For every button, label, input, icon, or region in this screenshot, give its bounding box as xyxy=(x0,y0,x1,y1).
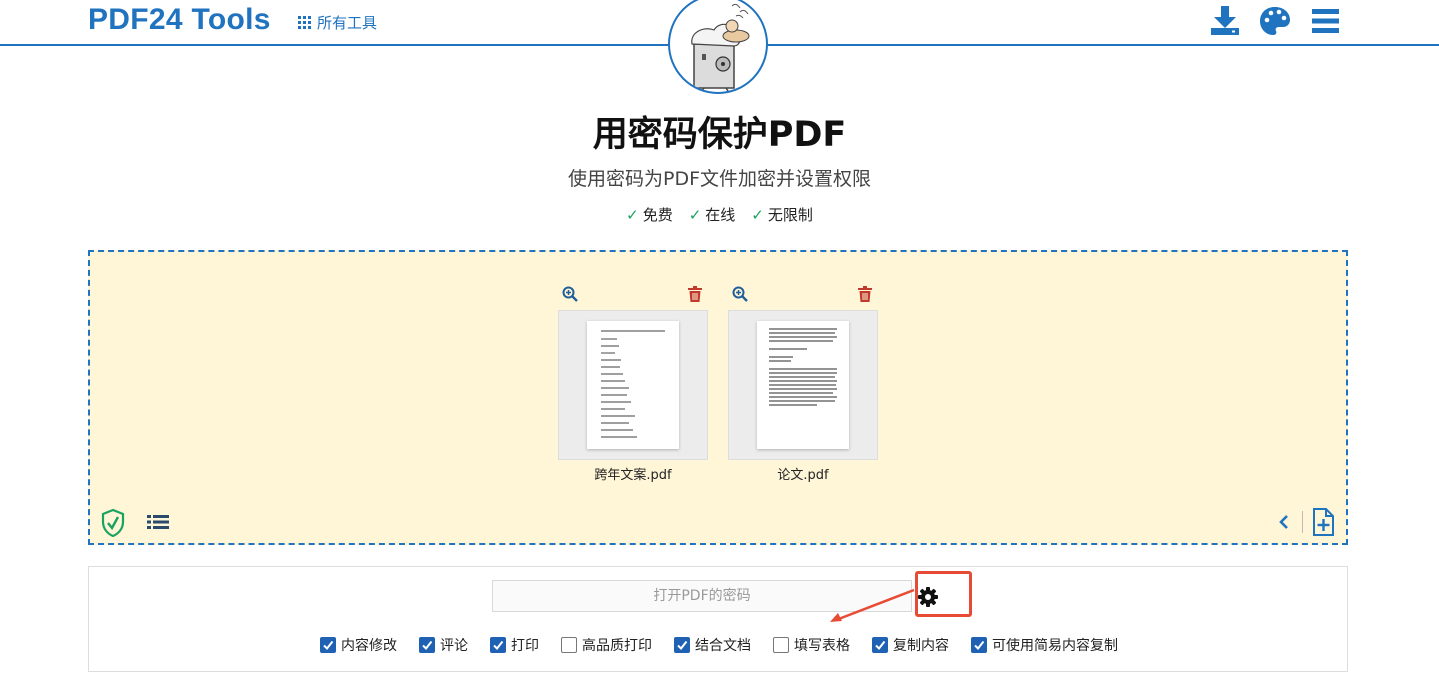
file-name: 跨年文案.pdf xyxy=(594,468,672,483)
page-subtitle: 使用密码为PDF文件加密并设置权限 xyxy=(567,168,872,190)
safe-mascot-illustration xyxy=(668,0,768,94)
permission-option[interactable]: 内容修改 xyxy=(320,635,397,655)
checkbox[interactable] xyxy=(773,637,789,653)
checkbox[interactable] xyxy=(872,637,888,653)
checkmark-icon: ✓ xyxy=(688,206,702,224)
permission-checkboxes: 内容修改 评论 打印 高品质打印 结合文档 填写表格 复制内容 可使用简易内容复… xyxy=(89,635,1349,655)
checkmark-icon xyxy=(493,640,504,651)
file-card[interactable]: 跨年文案.pdf xyxy=(558,284,708,483)
feature-online: ✓ 在线 xyxy=(688,206,736,224)
list-icon[interactable] xyxy=(147,514,169,530)
checkbox[interactable] xyxy=(320,637,336,653)
permission-option[interactable]: 结合文档 xyxy=(674,635,751,655)
permission-option[interactable]: 可使用简易内容复制 xyxy=(971,635,1118,655)
shield-check-icon[interactable] xyxy=(101,509,125,537)
file-dropzone[interactable]: 跨年文案.pdf 论文.pdf xyxy=(88,250,1348,545)
menu-icon[interactable] xyxy=(1308,4,1342,38)
options-panel: 内容修改 评论 打印 高品质打印 结合文档 填写表格 复制内容 可使用简易内容复… xyxy=(88,566,1348,672)
checkmark-icon xyxy=(875,640,886,651)
feature-free: ✓ 免费 xyxy=(626,206,673,224)
checkmark-icon xyxy=(323,640,334,651)
grid-icon xyxy=(298,16,311,29)
pdf24-logo[interactable]: PDF24 Tools xyxy=(88,3,271,37)
checkmark-icon xyxy=(677,640,688,651)
all-tools-label: 所有工具 xyxy=(317,14,378,32)
trash-icon[interactable] xyxy=(688,286,702,302)
add-file-icon[interactable] xyxy=(1312,508,1334,536)
palette-icon[interactable] xyxy=(1258,4,1292,38)
permission-option[interactable]: 高品质打印 xyxy=(561,635,652,655)
checkbox[interactable] xyxy=(674,637,690,653)
feature-list: ✓ 免费 ✓ 在线 ✓ 无限制 xyxy=(0,204,1439,225)
chevron-left-icon[interactable] xyxy=(1278,514,1290,530)
toolbar-divider xyxy=(1302,511,1303,533)
annotation-arrow xyxy=(830,588,915,622)
checkbox[interactable] xyxy=(419,637,435,653)
zoom-in-icon[interactable] xyxy=(732,286,748,302)
checkmark-icon xyxy=(422,640,433,651)
permission-option[interactable]: 评论 xyxy=(419,635,468,655)
trash-icon[interactable] xyxy=(858,286,872,302)
checkmark-icon: ✓ xyxy=(751,206,764,224)
feature-unlimited: ✓ 无限制 xyxy=(751,206,813,224)
file-name: 论文.pdf xyxy=(777,468,829,483)
permission-option[interactable]: 打印 xyxy=(490,635,539,655)
download-icon[interactable] xyxy=(1208,4,1242,38)
permission-option[interactable]: 复制内容 xyxy=(872,635,949,655)
all-tools-link[interactable]: 所有工具 xyxy=(298,12,377,33)
pdf-page-preview xyxy=(587,321,679,449)
zoom-in-icon[interactable] xyxy=(562,286,578,302)
file-thumbnail[interactable] xyxy=(728,310,878,460)
file-thumbnail[interactable] xyxy=(558,310,708,460)
checkmark-icon: ✓ xyxy=(626,206,639,224)
page-title: 用密码保护PDF xyxy=(592,115,847,155)
checkbox[interactable] xyxy=(971,637,987,653)
checkbox[interactable] xyxy=(561,637,577,653)
permission-option[interactable]: 填写表格 xyxy=(773,635,850,655)
checkmark-icon xyxy=(974,640,985,651)
pdf-page-preview xyxy=(757,321,849,449)
file-card[interactable]: 论文.pdf xyxy=(728,284,878,483)
checkbox[interactable] xyxy=(490,637,506,653)
